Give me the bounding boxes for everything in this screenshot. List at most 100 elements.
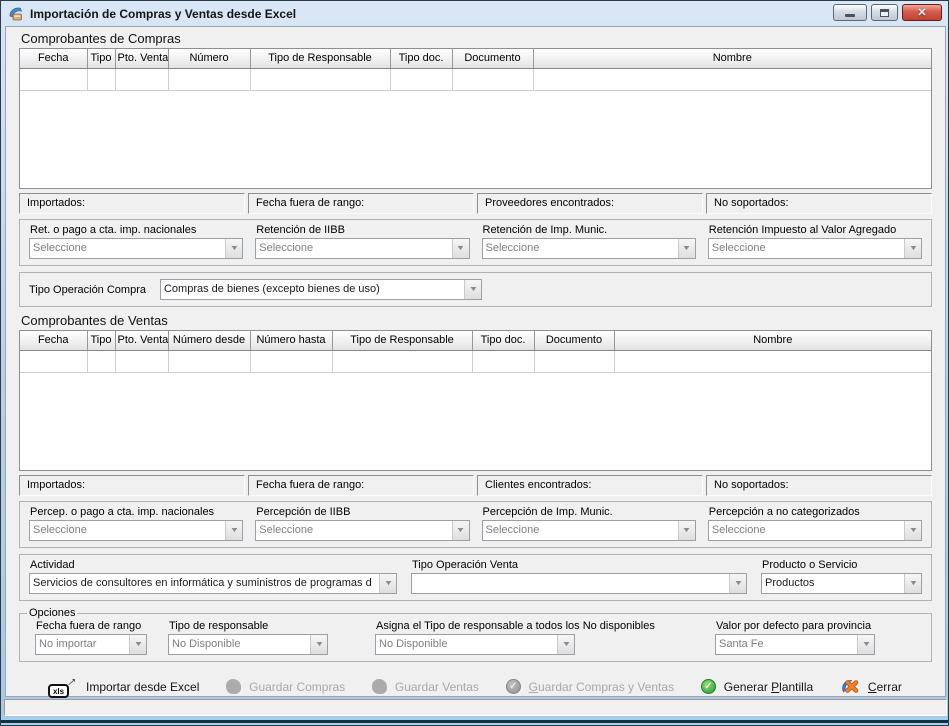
producto-servicio-label: Producto o Servicio	[762, 559, 922, 571]
dialog-body: Comprobantes de Compras Fecha Tipo Pto. …	[5, 26, 946, 697]
importar-desde-excel-button[interactable]: → xls Importar desde Excel	[48, 675, 199, 698]
compras-col-responsable[interactable]: Tipo de Responsable	[250, 49, 390, 68]
maximize-icon	[880, 9, 889, 17]
ret-munic-select[interactable]: Seleccione ▼	[482, 238, 696, 259]
tipo-operacion-compra-select[interactable]: Compras de bienes (excepto bienes de uso…	[160, 279, 482, 300]
save-icon	[372, 679, 387, 694]
ventas-fecha-fuera-label: Fecha fuera de rango:	[248, 475, 474, 496]
ventas-no-soportados-label: No soportados:	[706, 475, 932, 496]
compras-empty-row	[20, 68, 931, 90]
percep-iibb-label: Percepción de IIBB	[256, 506, 469, 518]
opt-asigna-responsable-label: Asigna el Tipo de responsable a todos lo…	[376, 620, 715, 632]
import-excel-window: Importación de Compras y Ventas desde Ex…	[0, 0, 949, 726]
tipo-operacion-compra-label: Tipo Operación Compra	[29, 284, 146, 296]
opt-provincia-label: Valor por defecto para provincia	[716, 620, 931, 632]
check-circle-icon: ✓	[506, 679, 521, 694]
guardar-ventas-button[interactable]: Guardar Ventas	[372, 679, 479, 694]
actividad-panel: Actividad Servicios de consultores en in…	[19, 554, 932, 601]
status-bar	[4, 699, 947, 716]
chevron-down-icon[interactable]: ▼	[452, 239, 469, 258]
opciones-group: Opciones Fecha fuera de rango No importa…	[19, 607, 932, 662]
minimize-button[interactable]	[833, 4, 867, 21]
chevron-down-icon[interactable]: ▼	[904, 521, 921, 540]
tipo-operacion-compra-panel: Tipo Operación Compra Compras de bienes …	[19, 272, 932, 307]
opt-tipo-responsable-label: Tipo de responsable	[169, 620, 375, 632]
chevron-down-icon[interactable]: ▼	[225, 239, 242, 258]
ret-nacionales-select[interactable]: Seleccione ▼	[29, 238, 243, 259]
opciones-title: Opciones	[27, 607, 77, 619]
compras-status-row: Importados: Fecha fuera de rango: Provee…	[19, 193, 932, 214]
ventas-col-responsable[interactable]: Tipo de Responsable	[332, 331, 472, 350]
compras-grid[interactable]: Fecha Tipo Pto. Venta Número Tipo de Res…	[19, 48, 932, 189]
opt-tipo-responsable-select[interactable]: No Disponible ▼	[168, 634, 328, 655]
percep-no-categorizados-select[interactable]: Seleccione ▼	[708, 520, 922, 541]
opt-fecha-fuera-select[interactable]: No importar ▼	[35, 634, 147, 655]
compras-col-tipo-doc[interactable]: Tipo doc.	[390, 49, 452, 68]
chevron-down-icon[interactable]: ▼	[129, 635, 146, 654]
compras-col-nombre[interactable]: Nombre	[533, 49, 931, 68]
compras-col-pto-venta[interactable]: Pto. Venta	[115, 49, 168, 68]
ventas-col-numero-desde[interactable]: Número desde	[168, 331, 250, 350]
compras-col-numero[interactable]: Número	[168, 49, 250, 68]
close-icon: ✕	[917, 6, 926, 19]
ventas-col-fecha[interactable]: Fecha	[20, 331, 87, 350]
check-circle-icon: ✓	[701, 679, 716, 694]
chevron-down-icon[interactable]: ▼	[857, 635, 874, 654]
chevron-down-icon[interactable]: ▼	[557, 635, 574, 654]
percep-iibb-select[interactable]: Seleccione ▼	[255, 520, 469, 541]
percep-nacionales-label: Percep. o pago a cta. imp. nacionales	[30, 506, 243, 518]
ventas-col-tipo[interactable]: Tipo	[87, 331, 115, 350]
chevron-down-icon[interactable]: ▼	[904, 574, 921, 593]
ventas-col-documento[interactable]: Documento	[534, 331, 614, 350]
ventas-col-numero-hasta[interactable]: Número hasta	[250, 331, 332, 350]
app-icon	[8, 6, 24, 22]
ret-iibb-label: Retención de IIBB	[256, 224, 469, 236]
actividad-label: Actividad	[30, 559, 397, 571]
ret-nacionales-label: Ret. o pago a cta. imp. nacionales	[30, 224, 243, 236]
ventas-col-pto-venta[interactable]: Pto. Venta	[115, 331, 168, 350]
compras-section-title: Comprobantes de Compras	[21, 31, 932, 46]
maximize-button[interactable]	[871, 4, 898, 21]
cerrar-button[interactable]: Cerrar	[840, 678, 902, 695]
guardar-compras-y-ventas-button[interactable]: ✓ Guardar Compras y Ventas	[506, 679, 674, 694]
chevron-down-icon[interactable]: ▼	[379, 574, 396, 593]
percep-nacionales-select[interactable]: Seleccione ▼	[29, 520, 243, 541]
percep-munic-select[interactable]: Seleccione ▼	[482, 520, 696, 541]
chevron-down-icon[interactable]: ▼	[678, 521, 695, 540]
guardar-compras-button[interactable]: Guardar Compras	[226, 679, 345, 694]
compras-col-tipo[interactable]: Tipo	[87, 49, 115, 68]
chevron-down-icon[interactable]: ▼	[729, 574, 746, 593]
ret-iva-label: Retención Impuesto al Valor Agregado	[709, 224, 922, 236]
tipo-operacion-venta-select[interactable]: ▼	[411, 573, 747, 594]
chevron-down-icon[interactable]: ▼	[225, 521, 242, 540]
chevron-down-icon[interactable]: ▼	[904, 239, 921, 258]
chevron-down-icon[interactable]: ▼	[452, 521, 469, 540]
ventas-col-nombre[interactable]: Nombre	[614, 331, 931, 350]
save-icon	[226, 679, 241, 694]
ret-iva-select[interactable]: Seleccione ▼	[708, 238, 922, 259]
cerrar-x-icon	[840, 678, 860, 695]
xls-file-icon: → xls	[48, 675, 78, 698]
tipo-operacion-venta-label: Tipo Operación Venta	[412, 559, 747, 571]
ventas-col-tipo-doc[interactable]: Tipo doc.	[472, 331, 534, 350]
compras-col-documento[interactable]: Documento	[452, 49, 533, 68]
chevron-down-icon[interactable]: ▼	[310, 635, 327, 654]
opt-fecha-fuera-label: Fecha fuera de rango	[36, 620, 168, 632]
window-title: Importación de Compras y Ventas desde Ex…	[30, 7, 827, 21]
actividad-select[interactable]: Servicios de consultores en informática …	[29, 573, 397, 594]
percep-munic-label: Percepción de Imp. Munic.	[483, 506, 696, 518]
opt-provincia-select[interactable]: Santa Fe ▼	[715, 634, 875, 655]
compras-col-fecha[interactable]: Fecha	[20, 49, 87, 68]
percepciones-panel: Percep. o pago a cta. imp. nacionales Se…	[19, 501, 932, 548]
producto-servicio-select[interactable]: Productos ▼	[761, 573, 922, 594]
ret-iibb-select[interactable]: Seleccione ▼	[255, 238, 469, 259]
generar-plantilla-button[interactable]: ✓ Generar Plantilla	[701, 679, 813, 694]
chevron-down-icon[interactable]: ▼	[464, 280, 481, 299]
compras-importados-label: Importados:	[19, 193, 245, 214]
ventas-grid[interactable]: Fecha Tipo Pto. Venta Número desde Númer…	[19, 330, 932, 471]
ventas-status-row: Importados: Fecha fuera de rango: Client…	[19, 475, 932, 496]
ventas-clientes-label: Clientes encontrados:	[477, 475, 703, 496]
chevron-down-icon[interactable]: ▼	[678, 239, 695, 258]
opt-asigna-responsable-select[interactable]: No Disponible ▼	[375, 634, 575, 655]
close-button[interactable]: ✕	[902, 4, 942, 21]
